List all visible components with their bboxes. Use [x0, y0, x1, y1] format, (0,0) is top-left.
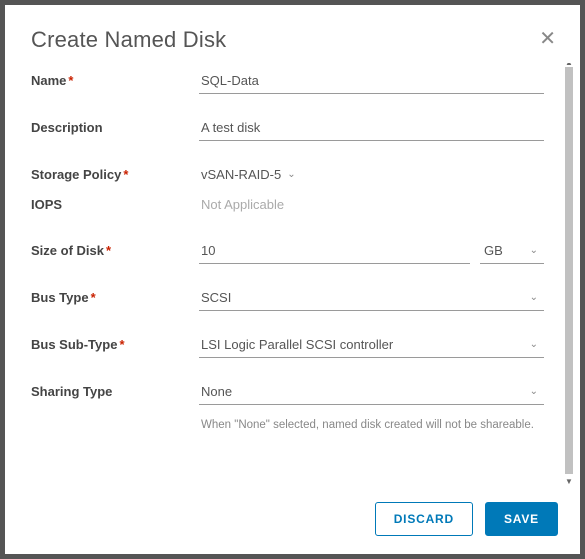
storage-policy-label: Storage Policy* [31, 167, 199, 182]
modal-footer: DISCARD SAVE [5, 486, 580, 554]
sharing-type-select[interactable]: None ⌄ [199, 380, 544, 405]
create-named-disk-modal: Create Named Disk ✕ Name* Description [5, 5, 580, 554]
size-of-disk-label: Size of Disk* [31, 243, 199, 258]
save-button[interactable]: SAVE [485, 502, 558, 536]
chevron-down-icon: ⌄ [530, 292, 538, 303]
chevron-down-icon: ⌄ [530, 386, 538, 397]
bus-type-select[interactable]: SCSI ⌄ [199, 286, 544, 311]
scroll-down-icon[interactable]: ▼ [565, 478, 573, 486]
chevron-down-icon: ⌄ [530, 339, 538, 350]
form-area: Name* Description Storage Policy* [5, 63, 562, 486]
bus-sub-type-label: Bus Sub-Type* [31, 337, 199, 352]
discard-button[interactable]: DISCARD [375, 502, 473, 536]
description-label: Description [31, 120, 199, 135]
name-label: Name* [31, 73, 199, 88]
modal-title: Create Named Disk [31, 27, 226, 53]
chevron-down-icon: ⌄ [530, 245, 538, 256]
storage-policy-select[interactable]: vSAN-RAID-5 ⌄ [199, 163, 302, 187]
iops-label: IOPS [31, 197, 199, 212]
modal-header: Create Named Disk ✕ [5, 5, 580, 63]
description-input[interactable] [199, 116, 544, 141]
chevron-down-icon: ⌄ [287, 169, 295, 180]
bus-sub-type-select[interactable]: LSI Logic Parallel SCSI controller ⌄ [199, 333, 544, 358]
size-unit-select[interactable]: GB ⌄ [480, 239, 544, 264]
sharing-type-label: Sharing Type [31, 384, 199, 399]
scrollbar-thumb[interactable] [565, 67, 573, 474]
name-input[interactable] [199, 69, 544, 94]
scrollbar[interactable]: ▲ ▼ [562, 63, 580, 486]
size-of-disk-input[interactable] [199, 239, 470, 264]
sharing-type-hint: When "None" selected, named disk created… [199, 411, 544, 434]
modal-body: Name* Description Storage Policy* [5, 63, 580, 486]
bus-type-label: Bus Type* [31, 290, 199, 305]
iops-value: Not Applicable [199, 193, 544, 217]
close-icon[interactable]: ✕ [539, 29, 556, 49]
